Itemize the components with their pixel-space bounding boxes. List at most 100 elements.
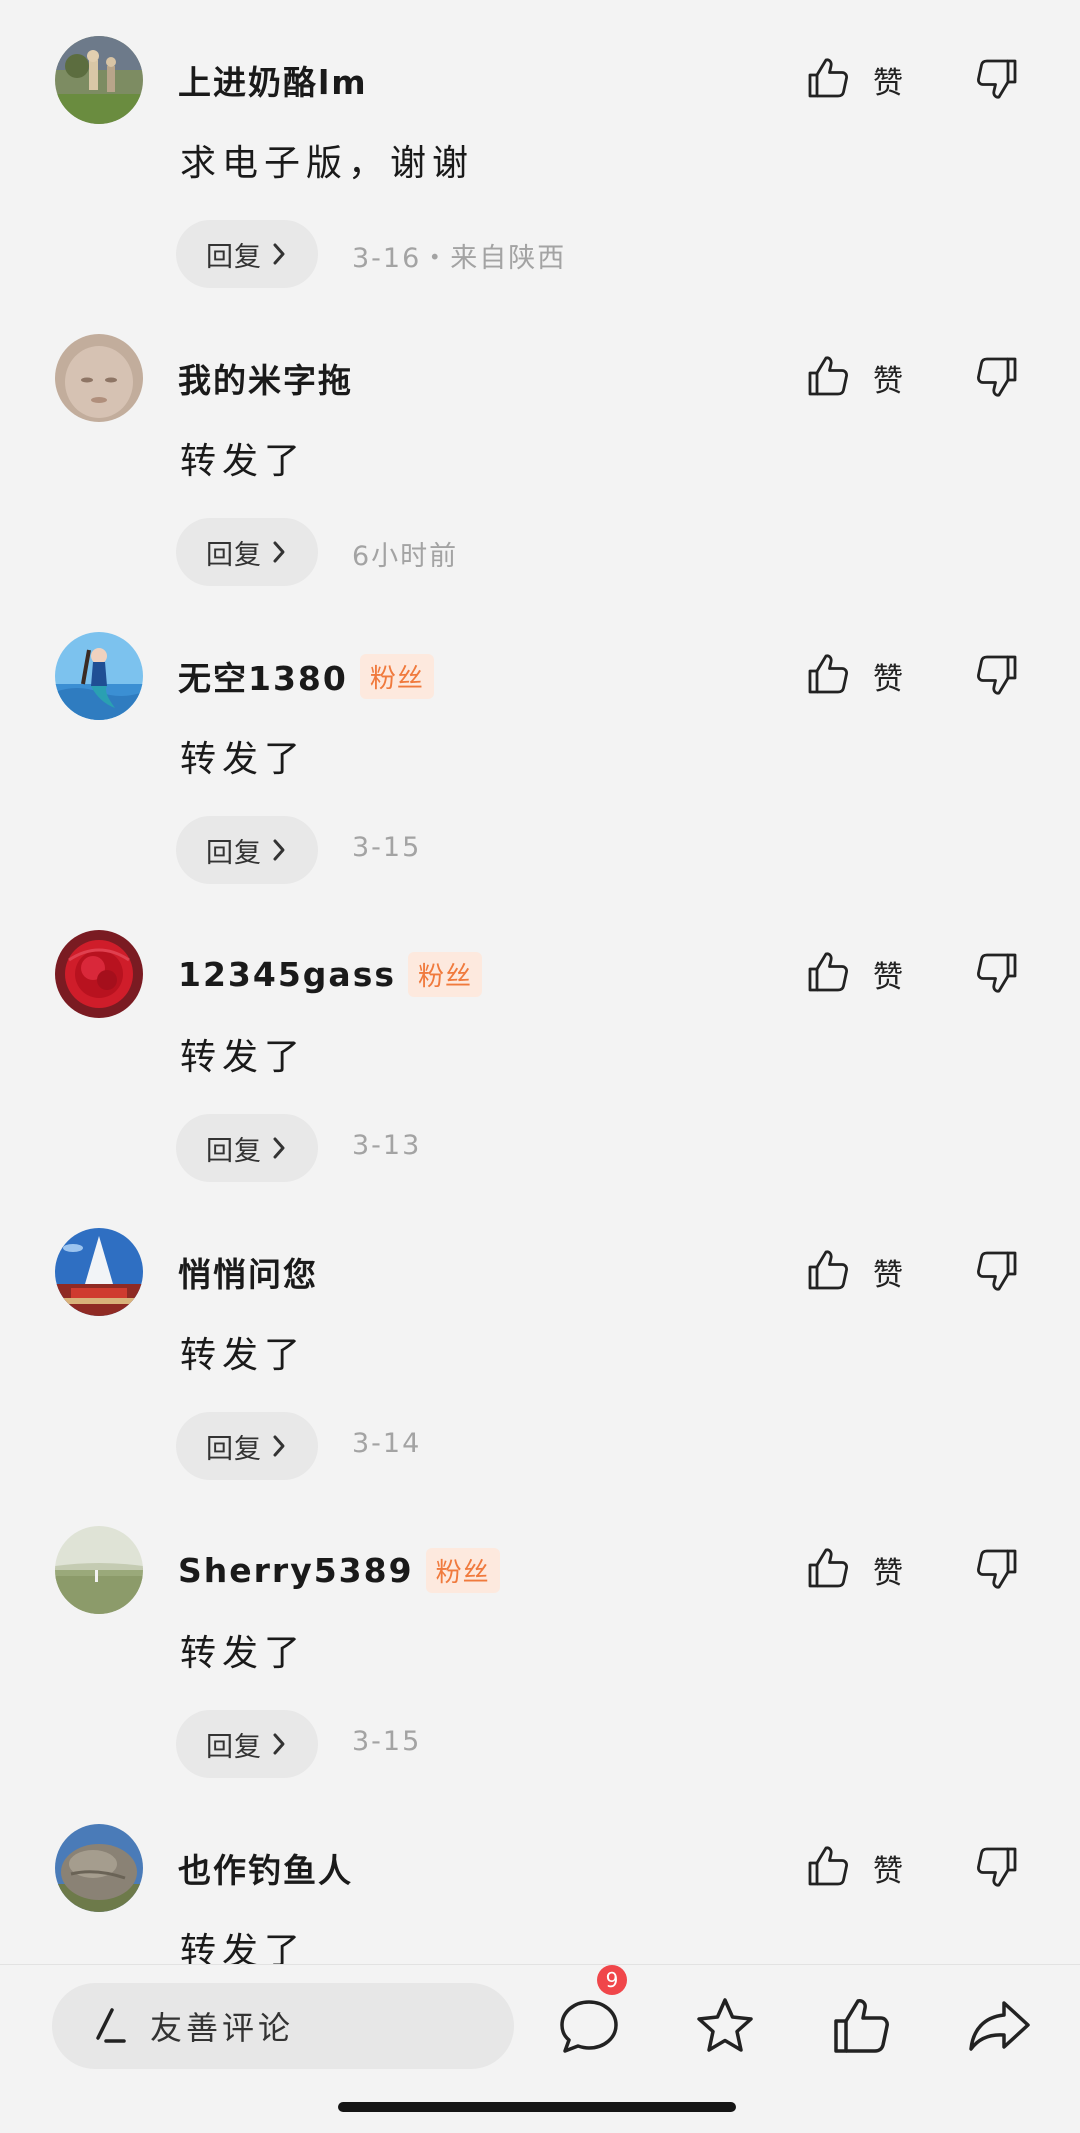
comment-meta: 3-15 (352, 1726, 422, 1757)
like-label: 赞 (873, 364, 903, 399)
name-row: 悄悄问您 (178, 1246, 318, 1298)
comment-meta: 3-16・来自陕西 (352, 243, 567, 274)
star-icon (697, 1998, 753, 2052)
dislike-button[interactable] (974, 950, 1020, 996)
home-indicator[interactable] (338, 2102, 736, 2112)
like-label: 赞 (873, 960, 903, 995)
dislike-button[interactable] (974, 354, 1020, 400)
share-arrow-icon (969, 2001, 1030, 2051)
dislike-button[interactable] (974, 652, 1020, 698)
avatar[interactable] (55, 334, 143, 422)
share-button[interactable] (966, 1993, 1032, 2059)
chevron-right-icon (273, 1137, 285, 1159)
like-button[interactable]: 赞 (805, 1840, 903, 1896)
comment-input-placeholder: 友善评论 (150, 2009, 295, 2047)
reply-label: 回复 (206, 1433, 262, 1465)
message-count-badge: 9 (597, 1965, 627, 1995)
chevron-right-icon (273, 1733, 285, 1755)
avatar[interactable] (55, 36, 143, 124)
dislike-button[interactable] (974, 56, 1020, 102)
username[interactable]: Sherry5389 (178, 1551, 414, 1590)
comment-text: 转发了 (180, 441, 307, 482)
thumbs-down-icon (974, 357, 1020, 404)
thumbs-down-icon (974, 1251, 1020, 1298)
name-row: 上进奶酪lm (178, 54, 368, 106)
reply-button[interactable]: 回复 (176, 816, 318, 884)
name-row: 也作钓鱼人 (178, 1842, 353, 1894)
chat-bubble-icon (560, 2000, 618, 2053)
avatar[interactable] (55, 930, 143, 1018)
dislike-button[interactable] (974, 1844, 1020, 1890)
reply-label: 回复 (206, 1731, 262, 1763)
reply-label: 回复 (206, 837, 262, 869)
comment-item: 悄悄问您 赞转发了 回复 3-14 (0, 1228, 1080, 1526)
reply-button[interactable]: 回复 (176, 518, 318, 586)
username[interactable]: 我的米字拖 (178, 354, 353, 402)
thumbs-up-icon (805, 949, 851, 999)
name-row: Sherry5389 粉丝 (178, 1544, 500, 1596)
avatar[interactable] (55, 632, 143, 720)
name-row: 我的米字拖 (178, 352, 353, 404)
thumbs-down-icon (974, 1847, 1020, 1894)
comment-meta: 6小时前 (352, 541, 459, 572)
like-label: 赞 (873, 1854, 903, 1889)
comment-input[interactable]: 友善评论 (52, 1983, 514, 2069)
like-label: 赞 (873, 662, 903, 697)
reply-button[interactable]: 回复 (176, 1412, 318, 1480)
username[interactable]: 上进奶酪lm (178, 56, 368, 104)
reply-label: 回复 (206, 539, 262, 571)
like-button[interactable]: 赞 (805, 1244, 903, 1300)
thumbs-up-icon (805, 55, 851, 105)
username[interactable]: 悄悄问您 (178, 1248, 318, 1296)
avatar[interactable] (55, 1228, 143, 1316)
like-label: 赞 (873, 1556, 903, 1591)
fan-badge: 粉丝 (425, 1547, 500, 1593)
like-post-button[interactable] (828, 1993, 894, 2059)
reply-button[interactable]: 回复 (176, 220, 318, 288)
name-row: 无空1380 粉丝 (178, 650, 434, 702)
comment-meta: 3-15 (352, 832, 422, 863)
thumbs-down-icon (974, 953, 1020, 1000)
comment-item: 我的米字拖 赞转发了回复 6小时前 (0, 334, 1080, 632)
like-button[interactable]: 赞 (805, 1542, 903, 1598)
username[interactable]: 无空1380 (178, 652, 348, 700)
reply-button[interactable]: 回复 (176, 1710, 318, 1778)
comment-meta: 3-13 (352, 1130, 422, 1161)
reply-button[interactable]: 回复 (176, 1114, 318, 1182)
like-button[interactable]: 赞 (805, 648, 903, 704)
comment-text: 转发了 (180, 739, 307, 780)
chevron-right-icon (273, 541, 285, 563)
like-label: 赞 (873, 66, 903, 101)
like-button[interactable]: 赞 (805, 52, 903, 108)
comment-item: 12345gass 粉丝 赞转发了 回复 3-13 (0, 930, 1080, 1228)
dislike-button[interactable] (974, 1248, 1020, 1294)
reply-label: 回复 (206, 1135, 262, 1167)
name-row: 12345gass 粉丝 (178, 948, 482, 1000)
thumbs-up-icon (805, 1545, 851, 1595)
like-label: 赞 (873, 1258, 903, 1293)
thumbs-up-icon (834, 1999, 889, 2053)
username[interactable]: 12345gass (178, 955, 396, 994)
like-button[interactable]: 赞 (805, 946, 903, 1002)
thumbs-up-icon (805, 1843, 851, 1893)
reply-label: 回复 (206, 241, 262, 273)
avatar[interactable] (55, 1526, 143, 1614)
thumbs-down-icon (974, 655, 1020, 702)
messages-button[interactable] (556, 1993, 622, 2059)
comment-item: 无空1380 粉丝 赞转发了回复 3-15 (0, 632, 1080, 930)
fan-badge: 粉丝 (359, 653, 434, 699)
thumbs-up-icon (805, 353, 851, 403)
comment-text: 求电子版，谢谢 (180, 143, 475, 184)
avatar[interactable] (55, 1824, 143, 1912)
chevron-right-icon (273, 839, 285, 861)
thumbs-up-icon (805, 651, 851, 701)
fan-badge: 粉丝 (407, 951, 482, 997)
username[interactable]: 也作钓鱼人 (178, 1844, 353, 1892)
like-button[interactable]: 赞 (805, 350, 903, 406)
comment-item: Sherry5389 粉丝 赞转发了 回复 3-15 (0, 1526, 1080, 1824)
chevron-right-icon (273, 1435, 285, 1457)
comment-item: 上进奶酪lm 赞求电子版，谢谢回复 3-16・来自陕西 (0, 36, 1080, 334)
dislike-button[interactable] (974, 1546, 1020, 1592)
pen-icon (96, 2008, 126, 2043)
favorite-button[interactable] (692, 1993, 758, 2059)
